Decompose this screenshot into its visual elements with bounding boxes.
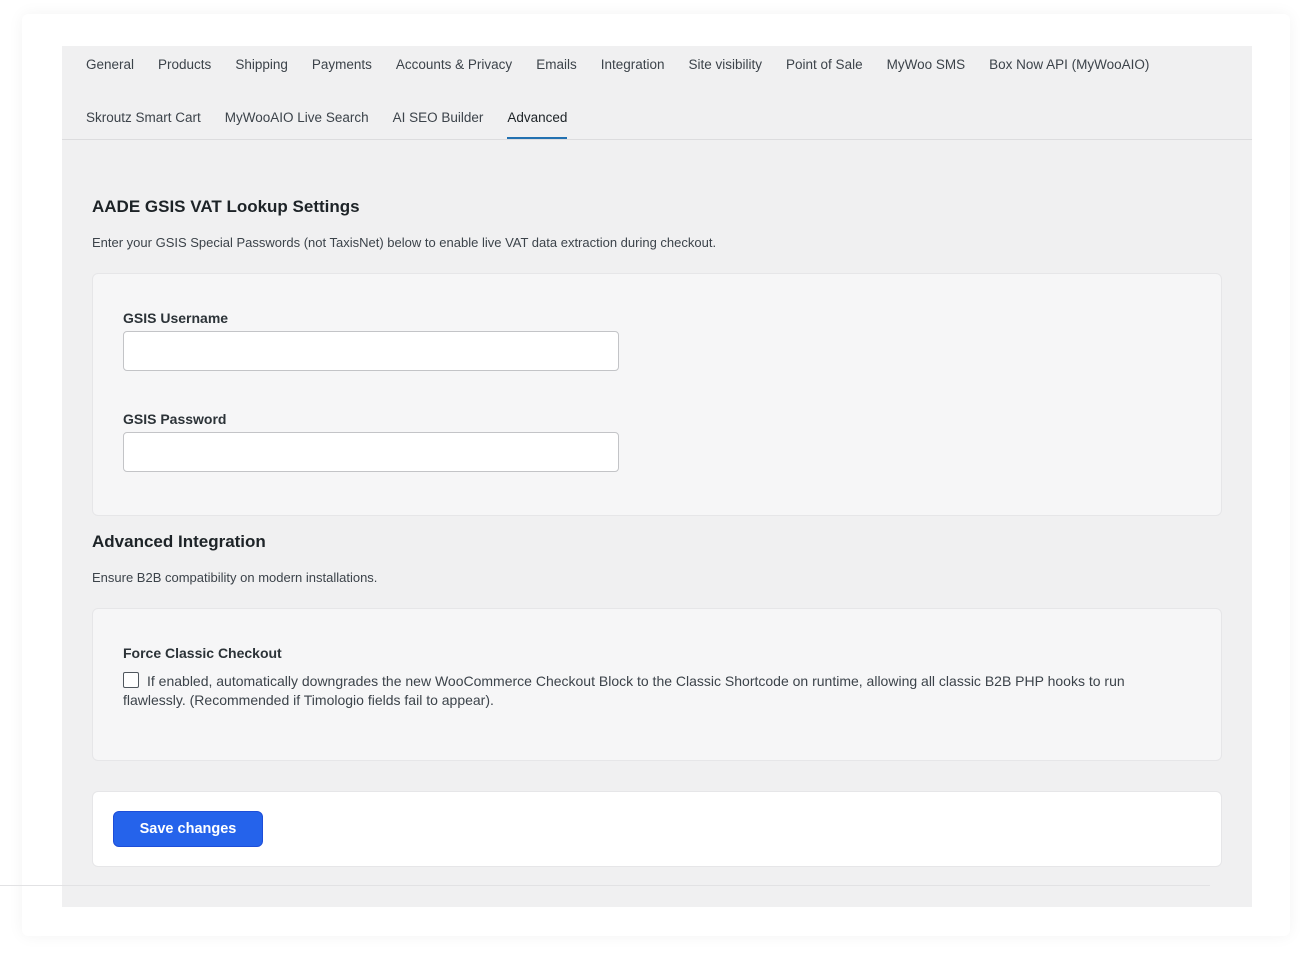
gsis-section-title: AADE GSIS VAT Lookup Settings — [92, 197, 360, 216]
force-classic-checkout-label: Force Classic Checkout — [123, 645, 282, 661]
gsis-password-label: GSIS Password — [123, 411, 227, 427]
settings-tabs: General Products Shipping Payments Accou… — [62, 46, 1252, 140]
force-classic-checkout-checkbox[interactable] — [123, 672, 139, 688]
tab-payments[interactable]: Payments — [300, 57, 384, 87]
gsis-password-input[interactable] — [123, 432, 619, 472]
save-changes-button[interactable]: Save changes — [113, 811, 263, 847]
tab-site-visibility[interactable]: Site visibility — [677, 57, 775, 87]
save-card: Save changes — [92, 791, 1222, 867]
tab-products[interactable]: Products — [146, 57, 223, 87]
tab-general[interactable]: General — [86, 57, 146, 87]
tab-point-of-sale[interactable]: Point of Sale — [774, 57, 875, 87]
tab-row-2: Skroutz Smart Cart MyWooAIO Live Search … — [86, 110, 579, 140]
tab-box-now-api[interactable]: Box Now API (MyWooAIO) — [977, 57, 1161, 87]
tab-integration[interactable]: Integration — [589, 57, 677, 87]
advanced-section-description: Ensure B2B compatibility on modern insta… — [92, 570, 378, 585]
tab-accounts-privacy[interactable]: Accounts & Privacy — [384, 57, 524, 87]
tab-emails[interactable]: Emails — [524, 57, 589, 87]
force-classic-checkout-description: If enabled, automatically downgrades the… — [123, 673, 1125, 708]
tab-row-1: General Products Shipping Payments Accou… — [86, 57, 1161, 87]
gsis-username-label: GSIS Username — [123, 310, 229, 326]
gsis-username-input[interactable] — [123, 331, 619, 371]
advanced-settings-card: Force Classic Checkout If enabled, autom… — [92, 608, 1222, 761]
tab-ai-seo-builder[interactable]: AI SEO Builder — [381, 110, 496, 140]
tab-shipping[interactable]: Shipping — [223, 57, 300, 87]
gsis-section-description: Enter your GSIS Special Passwords (not T… — [92, 235, 717, 250]
tab-advanced[interactable]: Advanced — [495, 110, 579, 140]
tab-live-search[interactable]: MyWooAIO Live Search — [213, 110, 381, 140]
tab-mywoo-sms[interactable]: MyWoo SMS — [875, 57, 978, 87]
advanced-section-title: Advanced Integration — [92, 532, 266, 551]
divider — [0, 885, 1210, 886]
settings-panel: General Products Shipping Payments Accou… — [62, 46, 1252, 907]
tab-skroutz-smart-cart[interactable]: Skroutz Smart Cart — [86, 110, 213, 140]
gsis-settings-card: GSIS Username GSIS Password — [92, 273, 1222, 516]
